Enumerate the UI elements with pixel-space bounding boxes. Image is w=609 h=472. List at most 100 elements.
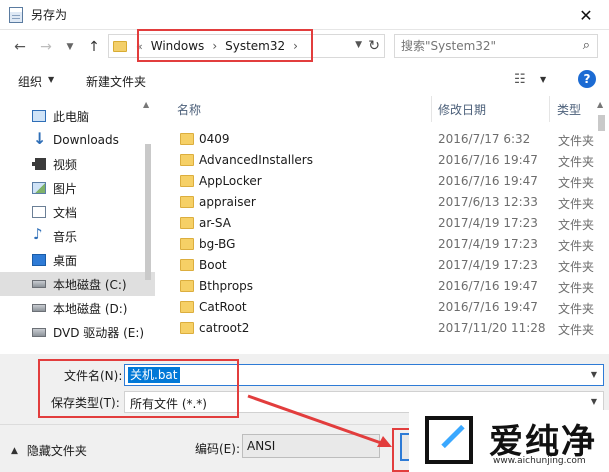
recent-locations-chevron-icon[interactable]: ▼ — [62, 39, 78, 55]
sidebar-item-drive-c[interactable]: 本地磁盘 (C:) — [0, 272, 155, 296]
column-name[interactable]: 名称 — [177, 101, 201, 118]
search-input[interactable] — [401, 39, 571, 53]
close-button[interactable]: ✕ — [563, 0, 609, 30]
column-header: ^ 名称 修改日期 类型 — [168, 96, 598, 122]
column-type[interactable]: 类型 — [557, 101, 581, 118]
file-type: 文件夹 — [558, 134, 595, 148]
dvd-icon — [32, 327, 46, 337]
file-row[interactable]: CatRoot 2016/7/16 19:47 文件夹 — [168, 297, 598, 318]
scroll-up-icon[interactable]: ▲ — [597, 100, 603, 109]
file-date: 2016/7/16 19:47 — [438, 300, 538, 314]
column-date-modified[interactable]: 修改日期 — [438, 101, 486, 118]
view-chevron-icon[interactable]: ▼ — [540, 75, 546, 84]
hide-folders-label: 隐藏文件夹 — [26, 444, 87, 458]
sidebar-item-documents[interactable]: 文档 — [0, 200, 155, 224]
back-arrow-icon[interactable]: ← — [12, 39, 28, 55]
video-icon — [32, 158, 46, 170]
sidebar-item-music[interactable]: 音乐 — [0, 224, 155, 248]
sidebar-scrollbar[interactable]: ▲ — [140, 96, 155, 354]
form-highlight-box — [38, 359, 239, 418]
file-row[interactable]: catroot2 2017/11/20 11:28 文件夹 — [168, 318, 598, 339]
folder-icon — [113, 40, 127, 52]
search-box[interactable]: ⌕ — [394, 34, 598, 58]
sidebar-item-drive-d[interactable]: 本地磁盘 (D:) — [0, 296, 155, 320]
file-date: 2016/7/16 19:47 — [438, 153, 538, 167]
file-type: 文件夹 — [558, 176, 595, 190]
sidebar-item-dvd-e[interactable]: DVD 驱动器 (E:) — [0, 320, 155, 344]
watermark-url: www.aichunjing.com — [493, 456, 586, 466]
file-date: 2017/4/19 17:23 — [438, 237, 538, 251]
sidebar-item-videos[interactable]: 视频 — [0, 152, 155, 176]
sidebar-item-label: 文档 — [53, 205, 78, 220]
file-type: 文件夹 — [558, 239, 595, 253]
download-icon — [32, 129, 46, 148]
organize-chevron-icon[interactable]: ▼ — [48, 75, 54, 84]
file-row[interactable]: 0409 2016/7/17 6:32 文件夹 — [168, 129, 598, 150]
file-date: 2017/11/20 11:28 — [438, 321, 546, 335]
encoding-select[interactable]: ANSI — [242, 434, 380, 458]
forward-arrow-icon[interactable]: → — [38, 39, 54, 55]
sort-ascending-icon: ^ — [297, 96, 305, 103]
sidebar-item-this-pc[interactable]: 此电脑 — [0, 104, 155, 128]
filetype-chevron-icon[interactable]: ▼ — [591, 397, 597, 406]
up-arrow-icon[interactable]: ↑ — [86, 39, 102, 55]
music-icon — [32, 225, 46, 243]
file-type: 文件夹 — [558, 218, 595, 232]
file-row[interactable]: Boot 2017/4/19 17:23 文件夹 — [168, 255, 598, 276]
drive-icon — [32, 304, 46, 312]
file-name: 0409 — [199, 132, 230, 146]
folder-icon — [180, 322, 194, 334]
view-options-icon[interactable]: ☷ — [514, 72, 526, 87]
folder-icon — [180, 154, 194, 166]
address-dropdown-icon[interactable]: ▼ — [355, 40, 362, 50]
sidebar-item-label: 此电脑 — [53, 109, 90, 124]
file-row[interactable]: AppLocker 2016/7/16 19:47 文件夹 — [168, 171, 598, 192]
file-type: 文件夹 — [558, 260, 595, 274]
sidebar-item-desktop[interactable]: 桌面 — [0, 248, 155, 272]
hide-folders-toggle[interactable]: ▲ 隐藏文件夹 — [11, 442, 87, 459]
file-name: bg-BG — [199, 237, 236, 251]
refresh-icon[interactable]: ↻ — [368, 38, 380, 54]
scrollbar-thumb[interactable] — [145, 144, 151, 280]
file-row[interactable]: bg-BG 2017/4/19 17:23 文件夹 — [168, 234, 598, 255]
folder-icon — [180, 259, 194, 271]
title-bar: 另存为 ✕ — [0, 0, 609, 30]
sidebar-item-label: Downloads — [53, 133, 119, 147]
file-date: 2017/4/19 17:23 — [438, 216, 538, 230]
file-row[interactable]: ar-SA 2017/4/19 17:23 文件夹 — [168, 213, 598, 234]
file-name: AppLocker — [199, 174, 262, 188]
folder-icon — [180, 196, 194, 208]
sidebar-item-label: 本地磁盘 (D:) — [53, 301, 128, 316]
file-name: catroot2 — [199, 321, 250, 335]
folder-icon — [180, 133, 194, 145]
search-icon[interactable]: ⌕ — [583, 38, 590, 53]
filename-chevron-icon[interactable]: ▼ — [591, 370, 597, 379]
toolbar: 组织 ▼ 新建文件夹 ☷ ▼ ? — [0, 64, 609, 96]
address-highlight-box — [137, 29, 313, 62]
file-date: 2016/7/17 6:32 — [438, 132, 531, 146]
file-row[interactable]: AdvancedInstallers 2016/7/16 19:47 文件夹 — [168, 150, 598, 171]
sidebar-item-label: 图片 — [53, 181, 78, 196]
scroll-up-icon[interactable]: ▲ — [143, 100, 149, 109]
column-divider[interactable] — [549, 96, 550, 122]
folder-icon — [180, 301, 194, 313]
scrollbar-thumb[interactable] — [598, 115, 605, 131]
window-title: 另存为 — [31, 8, 68, 22]
pictures-icon — [32, 182, 46, 194]
sidebar-item-label: 桌面 — [53, 253, 78, 268]
sidebar-item-pictures[interactable]: 图片 — [0, 176, 155, 200]
folder-icon — [180, 238, 194, 250]
sidebar-item-downloads[interactable]: Downloads — [0, 128, 155, 152]
help-icon[interactable]: ? — [578, 70, 596, 88]
watermark: 爱纯净 www.aichunjing.com — [409, 410, 609, 472]
file-row[interactable]: appraiser 2017/6/13 12:33 文件夹 — [168, 192, 598, 213]
column-divider[interactable] — [431, 96, 432, 122]
file-name: ar-SA — [199, 216, 231, 230]
file-list-scrollbar[interactable]: ▲ — [593, 96, 609, 346]
file-date: 2017/4/19 17:23 — [438, 258, 538, 272]
new-folder-button[interactable]: 新建文件夹 — [86, 73, 146, 90]
organize-button[interactable]: 组织 — [18, 73, 42, 90]
drive-icon — [32, 280, 46, 288]
file-date: 2017/6/13 12:33 — [438, 195, 538, 209]
file-row[interactable]: Bthprops 2016/7/16 19:47 文件夹 — [168, 276, 598, 297]
